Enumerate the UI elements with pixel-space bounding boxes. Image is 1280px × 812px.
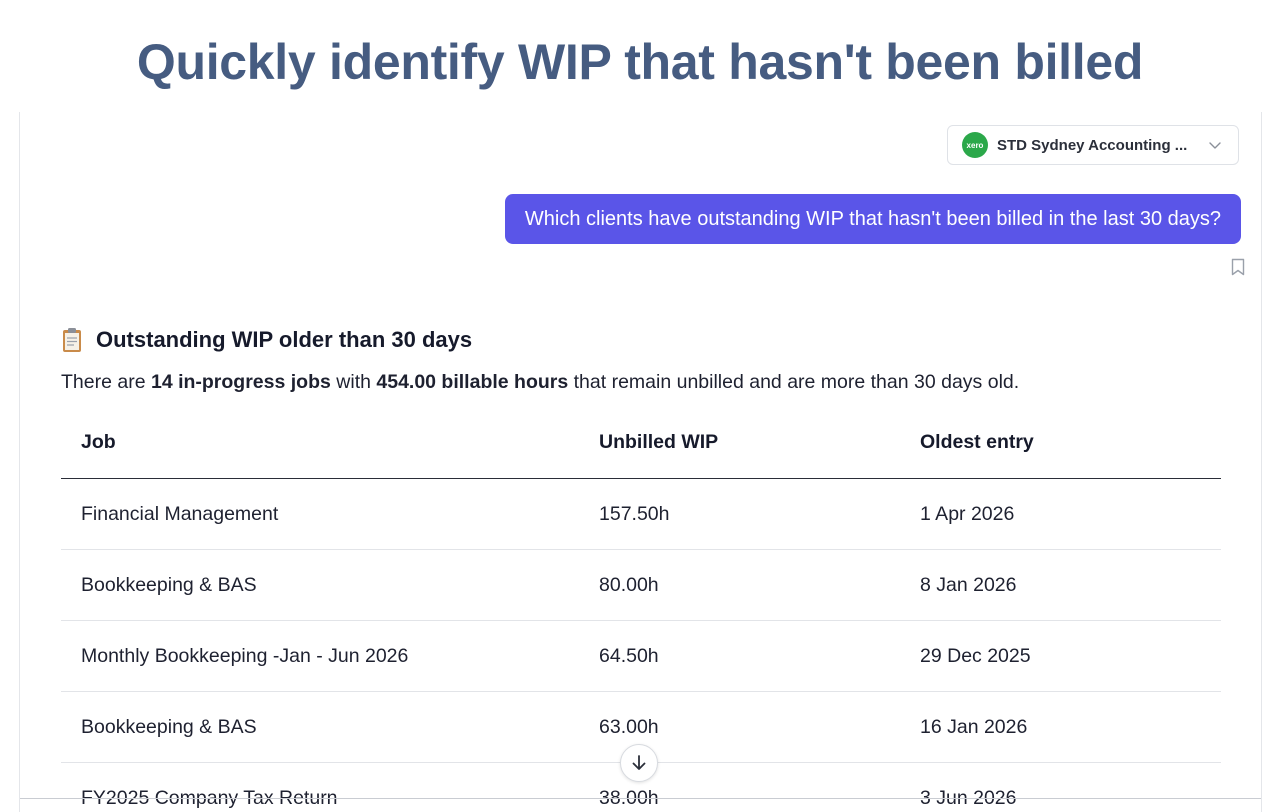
job-cell: Financial Management — [61, 479, 579, 550]
organisation-name: STD Sydney Accounting ... — [997, 137, 1193, 154]
job-cell: FY2025 Company Tax Return — [61, 763, 579, 812]
bookmark-icon[interactable] — [1230, 258, 1246, 276]
answer-summary: There are 14 in-progress jobs with 454.0… — [61, 368, 1019, 396]
summary-suffix: that remain unbilled and are more than 3… — [568, 371, 1019, 393]
chevron-down-icon — [1208, 138, 1222, 152]
summary-hours: 454.00 billable hours — [376, 371, 568, 393]
unbilled-wip-cell: 80.00h — [579, 550, 900, 621]
column-header-oldest-entry: Oldest entry — [900, 407, 1221, 479]
table-row: Bookkeeping & BAS 80.00h 8 Jan 2026 — [61, 550, 1221, 621]
organisation-select[interactable]: xero STD Sydney Accounting ... — [947, 125, 1239, 165]
answer-heading-text: Outstanding WIP older than 30 days — [96, 324, 472, 356]
page-title: Quickly identify WIP that hasn't been bi… — [0, 30, 1280, 94]
oldest-entry-cell: 29 Dec 2025 — [900, 621, 1221, 692]
xero-logo: xero — [962, 132, 988, 158]
column-header-unbilled-wip: Unbilled WIP — [579, 407, 900, 479]
clipboard-icon — [61, 327, 83, 353]
oldest-entry-cell: 16 Jan 2026 — [900, 692, 1221, 763]
job-cell: Bookkeeping & BAS — [61, 550, 579, 621]
oldest-entry-cell: 8 Jan 2026 — [900, 550, 1221, 621]
panel-bottom-divider — [20, 798, 1261, 799]
table-row: Monthly Bookkeeping -Jan - Jun 2026 64.5… — [61, 621, 1221, 692]
scroll-to-bottom-button[interactable] — [620, 744, 658, 782]
user-message-bubble: Which clients have outstanding WIP that … — [505, 194, 1241, 244]
summary-mid: with — [331, 371, 377, 393]
oldest-entry-cell: 1 Apr 2026 — [900, 479, 1221, 550]
table-row: Financial Management 157.50h 1 Apr 2026 — [61, 479, 1221, 550]
summary-prefix: There are — [61, 371, 151, 393]
job-cell: Monthly Bookkeeping -Jan - Jun 2026 — [61, 621, 579, 692]
arrow-down-icon — [630, 754, 648, 772]
chat-panel: xero STD Sydney Accounting ... Which cli… — [19, 112, 1262, 812]
answer-heading: Outstanding WIP older than 30 days — [61, 324, 472, 356]
unbilled-wip-cell: 157.50h — [579, 479, 900, 550]
summary-jobs: 14 in-progress jobs — [151, 371, 331, 393]
job-cell: Bookkeeping & BAS — [61, 692, 579, 763]
column-header-job: Job — [61, 407, 579, 479]
unbilled-wip-cell: 64.50h — [579, 621, 900, 692]
table-header-row: Job Unbilled WIP Oldest entry — [61, 407, 1221, 479]
oldest-entry-cell: 3 Jun 2026 — [900, 763, 1221, 812]
